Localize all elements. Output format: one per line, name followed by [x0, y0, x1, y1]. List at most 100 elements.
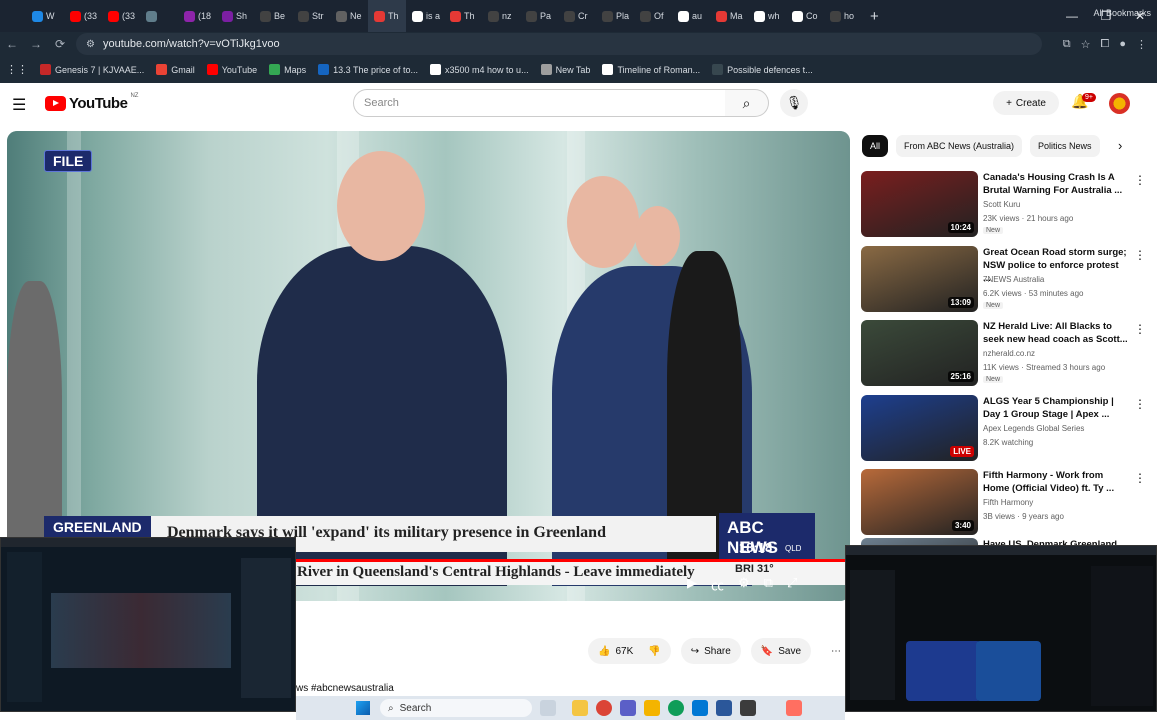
browser-tab[interactable]: Ma — [710, 0, 748, 32]
all-bookmarks[interactable]: All Bookmarks — [1093, 0, 1151, 27]
reload-icon[interactable]: ⟳ — [48, 37, 72, 51]
browser-tab[interactable]: wh — [748, 0, 786, 32]
overlay-window-left[interactable] — [0, 537, 296, 712]
bookmark-item[interactable]: Maps — [269, 64, 306, 75]
more-options-icon[interactable]: ⋮ — [1134, 173, 1146, 187]
edge-icon[interactable] — [668, 700, 684, 716]
browser-tab[interactable]: au — [672, 0, 710, 32]
overlay-window-titlebar[interactable] — [846, 546, 1156, 555]
search-button[interactable]: ⌕ — [725, 89, 769, 117]
menu-icon[interactable]: ☰ — [12, 95, 26, 115]
bookmark-star-icon[interactable]: ☆ — [1081, 38, 1091, 51]
channel-name[interactable]: Apex Legends Global Series — [983, 424, 1084, 433]
calculator-icon[interactable] — [716, 700, 732, 716]
recommended-video[interactable]: LIVE ALGS Year 5 Championship | Day 1 Gro… — [861, 395, 1147, 461]
create-button[interactable]: + Create — [993, 91, 1059, 115]
voice-search-button[interactable]: 🎙 — [780, 89, 808, 117]
miniplayer-icon[interactable]: ⧉ — [764, 575, 773, 594]
browser-tab[interactable]: Sh — [216, 0, 254, 32]
bookmark-item[interactable]: Genesis 7 | KJVAAE... — [40, 64, 144, 75]
video-thumbnail[interactable]: 13:09 — [861, 246, 978, 312]
windows-start-icon[interactable] — [356, 701, 370, 715]
app-icon[interactable] — [740, 700, 756, 716]
bookmark-item[interactable]: New Tab — [540, 64, 590, 75]
browser-tab[interactable]: Be — [254, 0, 292, 32]
video-thumbnail[interactable]: 10:24 — [861, 171, 978, 237]
recommended-video[interactable]: 25:16 NZ Herald Live: All Blacks to seek … — [861, 320, 1147, 386]
recommended-video[interactable]: 3:40 Fifth Harmony - Work from Home (Offi… — [861, 469, 1147, 535]
media-icon[interactable] — [786, 700, 802, 716]
channel-name[interactable]: Scott Kuru — [983, 200, 1020, 209]
bookmark-item[interactable]: 13.3 The price of to... — [318, 64, 418, 75]
minimize-icon[interactable]: — — [1055, 0, 1089, 32]
apps-grid-icon[interactable]: ⋮⋮ — [6, 63, 28, 76]
more-options-icon[interactable]: ⋮ — [1134, 397, 1146, 411]
browser-tab[interactable]: (18 — [178, 0, 216, 32]
browser-tab[interactable]: Co — [786, 0, 824, 32]
share-button[interactable]: ↪ Share — [680, 638, 741, 664]
browser-tab[interactable]: Pla — [596, 0, 634, 32]
autoplay-toggle-icon[interactable]: ▶ — [687, 575, 697, 594]
explorer-icon[interactable] — [644, 700, 660, 716]
url-input[interactable]: ⚙ youtube.com/watch?v=vOTiJkg1voo — [76, 33, 1042, 55]
video-thumbnail[interactable]: 3:40 — [861, 469, 978, 535]
youtube-logo[interactable]: YouTube NZ — [45, 93, 138, 112]
video-player[interactable]: FILE GREENLAND Denmark says it will 'exp… — [7, 131, 850, 601]
browser-tab[interactable] — [140, 0, 178, 32]
more-options-icon[interactable]: ⋮ — [1134, 322, 1146, 336]
browser-tab[interactable]: W — [26, 0, 64, 32]
recommended-video[interactable]: 13:09 Great Ocean Road storm surge; NSW p… — [861, 246, 1147, 312]
bookmark-item[interactable]: Possible defences t... — [712, 64, 813, 75]
like-button[interactable]: 👍 67K 👎 — [588, 638, 671, 664]
video-thumbnail[interactable]: LIVE — [861, 395, 978, 461]
teams-icon[interactable] — [620, 700, 636, 716]
fullscreen-icon[interactable]: ⤢ — [787, 575, 797, 594]
browser-tab[interactable]: ho — [824, 0, 862, 32]
bookmark-item[interactable]: x3500 m4 how to u... — [430, 64, 529, 75]
search-input[interactable]: Search — [353, 89, 726, 117]
browser-tab[interactable]: Th — [368, 0, 406, 32]
chrome-icon[interactable] — [596, 700, 612, 716]
extensions-icon[interactable]: ⧠ — [1101, 38, 1110, 51]
forward-icon[interactable]: → — [24, 37, 48, 51]
overlay-window-titlebar[interactable] — [1, 538, 295, 547]
file-explorer-icon[interactable] — [540, 700, 556, 716]
cast-icon[interactable]: ⧉ — [1063, 38, 1071, 51]
new-tab-icon[interactable]: + — [870, 8, 879, 25]
browser-tab[interactable]: Pa — [520, 0, 558, 32]
avatar[interactable] — [1109, 93, 1130, 114]
browser-tab[interactable]: nz — [482, 0, 520, 32]
browser-tab[interactable]: Cr — [558, 0, 596, 32]
browser-tab[interactable]: (33 — [64, 0, 102, 32]
menu-kebab-icon[interactable]: ⋮ — [1136, 38, 1147, 51]
profile-icon[interactable]: ● — [1119, 38, 1126, 50]
bookmark-item[interactable]: Gmail — [156, 64, 195, 75]
browser-tab[interactable]: (33 — [102, 0, 140, 32]
browser-tab[interactable]: Str — [292, 0, 330, 32]
taskbar-search[interactable]: ⌕ Search — [380, 699, 532, 717]
site-info-icon[interactable]: ⚙ — [86, 39, 95, 50]
folder-icon[interactable] — [572, 700, 588, 716]
thumbs-down-icon[interactable]: 👎 — [648, 646, 660, 657]
filter-chip[interactable]: All — [862, 135, 889, 157]
filter-chip[interactable]: From ABC News (Australia) — [896, 135, 1023, 157]
settings-gear-icon[interactable]: ⚙ — [738, 575, 750, 594]
recommended-video[interactable]: 10:24 Canada's Housing Crash Is A Brutal … — [861, 171, 1147, 237]
more-options-icon[interactable]: ⋮ — [1134, 471, 1146, 485]
outlook-icon[interactable] — [692, 700, 708, 716]
channel-name[interactable]: 7NEWS Australia — [983, 275, 1044, 284]
filter-chip[interactable]: Politics News — [1030, 135, 1100, 157]
channel-name[interactable]: Fifth Harmony — [983, 498, 1033, 507]
chevron-right-icon[interactable]: › — [1118, 138, 1122, 153]
bookmark-item[interactable]: YouTube — [206, 64, 257, 75]
back-icon[interactable]: ← — [0, 37, 24, 51]
captions-icon[interactable]: ㏄ — [711, 575, 724, 594]
bookmark-item[interactable]: Timeline of Roman... — [602, 64, 700, 75]
save-button[interactable]: 🔖 Save — [750, 638, 812, 664]
channel-name[interactable]: nzherald.co.nz — [983, 349, 1035, 358]
video-thumbnail[interactable]: 25:16 — [861, 320, 978, 386]
more-options-icon[interactable]: ⋮ — [1134, 248, 1146, 262]
browser-tab[interactable]: is a — [406, 0, 444, 32]
browser-tab[interactable]: Ne — [330, 0, 368, 32]
browser-tab[interactable]: Of — [634, 0, 672, 32]
